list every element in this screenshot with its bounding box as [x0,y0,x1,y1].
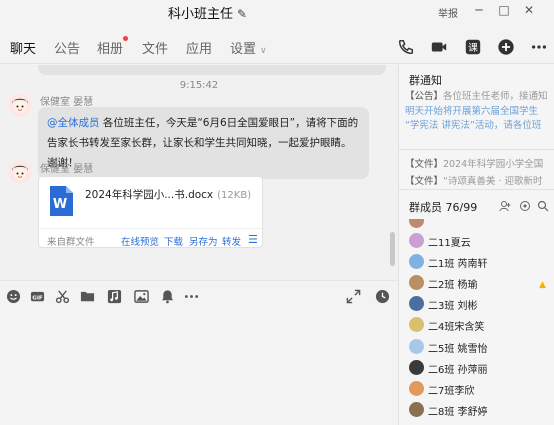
pencil-icon[interactable]: ✎ [237,7,247,21]
notice-line: 明天开始将开展第六届全国学生 [405,106,539,117]
title-bar: 科小班主任 ✎ 举报 ─ □ ✕ [0,0,554,24]
avatar [409,339,424,354]
chat-area: 9:15:42 保健室 晏慧 @全体成员 各位班主任，今天是“6月6日全国爱眼日… [0,65,398,280]
previous-message-bubble [38,65,386,75]
group-sidebar: 群通知 【公告】各位班主任老师，接通知：从 明天开始将开展第六届全国学生 “学宪… [398,65,554,425]
video-call-icon[interactable] [430,38,448,56]
sender-name[interactable]: 保健室 晏慧 [40,93,93,108]
invite-member-icon[interactable] [499,200,511,212]
avatar [409,381,424,396]
add-icon[interactable] [497,38,515,56]
avatar [409,402,424,417]
tab-chat[interactable]: 聊天 [10,38,36,67]
tab-announcements[interactable]: 公告 [54,38,80,57]
message-timestamp: 9:15:42 [179,80,219,91]
member-row-partial[interactable] [409,219,549,231]
message-input[interactable] [0,310,398,425]
avatar [409,360,424,375]
member-row[interactable]: 二7班李欣 [409,379,549,399]
report-button[interactable]: 举报 [438,5,458,20]
search-icon[interactable] [537,200,549,212]
avatar [409,317,424,332]
download-link[interactable]: 下载 [164,234,183,248]
avatar [409,296,424,311]
gif-icon[interactable]: GIF [30,289,45,304]
tab-settings[interactable]: 设置 ∨ [230,38,267,57]
divider [399,149,554,150]
image-icon[interactable] [134,289,149,304]
mention-all[interactable]: @全体成员 [47,117,100,129]
save-as-link[interactable]: 另存为 [189,234,218,248]
member-settings-icon[interactable] [519,200,531,212]
file-source: 来自群文件 [47,237,95,248]
chevron-down-icon: ∨ [260,46,267,56]
member-row[interactable]: 二5班 姚雪怡 [409,337,549,357]
emoji-icon[interactable] [6,289,21,304]
member-row[interactable]: 二1班 芮南轩 [409,252,549,272]
member-row[interactable]: 二11夏云 [409,231,549,251]
menu-icon[interactable]: ☰ [248,233,258,246]
phone-icon[interactable] [397,38,415,56]
member-row[interactable]: 二2班 杨瑜 [409,273,549,293]
divider [399,189,554,190]
scissors-icon[interactable] [55,289,70,304]
group-name: 科小班主任 [167,7,233,22]
music-icon[interactable] [107,289,122,304]
notice-line: “学宪法 讲宪法”活动，请各位班 [405,120,542,131]
svg-text:GIF: GIF [32,295,43,301]
tab-apps[interactable]: 应用 [186,38,212,57]
history-icon[interactable] [375,289,390,304]
bell-icon[interactable] [160,289,175,304]
input-toolbar: GIF [0,280,398,310]
avatar [409,254,424,269]
unread-badge [123,36,129,41]
folder-icon[interactable] [80,289,95,304]
file-name[interactable]: 2024年科学园小...书.docx (12KB) [85,187,251,202]
expand-icon[interactable] [346,289,361,304]
avatar[interactable] [8,93,32,117]
preview-online-link[interactable]: 在线预览 [121,234,159,248]
tab-album[interactable]: 相册 [97,36,129,57]
member-row[interactable]: 二3班 刘彬 [409,294,549,314]
member-row[interactable]: 二6班 孙萍丽 [409,358,549,378]
tab-files[interactable]: 文件 [142,38,168,57]
file-card[interactable]: W 2024年科学园小...书.docx (12KB) 来自群文件 在线预览 下载… [38,176,263,248]
group-notice-title: 群通知 [409,74,442,87]
more-icon[interactable] [530,38,548,56]
more-icon[interactable] [184,289,199,304]
chat-scrollbar[interactable] [390,232,395,266]
member-row[interactable]: 二4班宋含笑 [409,315,549,335]
window-title: 科小班主任 ✎ [0,3,415,22]
group-members-title: 群成员 76/99 [409,201,478,214]
lesson-icon[interactable]: 课 [464,38,482,56]
tab-bar: 聊天 公告 相册 文件 应用 设置 ∨ 课 [0,24,554,67]
minimize-icon[interactable]: ─ [472,3,486,17]
avatar[interactable] [8,160,32,184]
svg-text:课: 课 [468,42,478,54]
forward-link[interactable]: 转发 [222,234,241,248]
sender-name[interactable]: 保健室 晏慧 [40,160,93,175]
avatar [409,233,424,248]
notice-announcement[interactable]: 【公告】各位班主任老师，接通知：从 [405,88,549,102]
avatar [409,275,424,290]
svg-text:W: W [53,197,67,212]
restore-icon[interactable]: □ [497,3,511,17]
file-size: (12KB) [217,190,252,201]
member-row[interactable]: 二8班 李舒婷 [409,400,549,420]
notice-file[interactable]: 【文件】2024年科学园小学全国 [405,156,549,170]
close-icon[interactable]: ✕ [522,3,536,17]
word-document-icon: W [47,185,75,217]
notice-file[interactable]: 【文件】“诗颂真善美 · 迎歌新时 [405,173,549,187]
file-card-footer: 来自群文件 在线预览 下载 另存为 转发 ☰ [39,228,262,248]
